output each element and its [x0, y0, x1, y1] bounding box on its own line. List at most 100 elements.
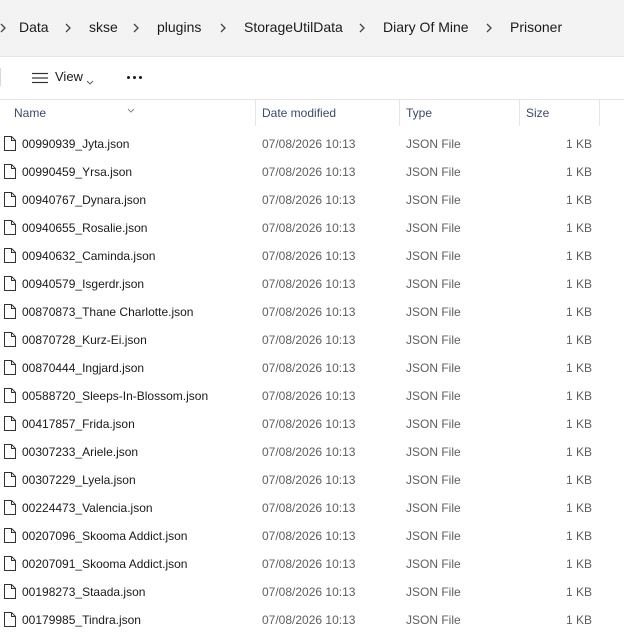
- chevron-right-icon[interactable]: [355, 21, 369, 35]
- column-headers: Name Date modified Type Size: [0, 100, 624, 126]
- file-icon: [4, 584, 16, 604]
- breadcrumb-skse[interactable]: skse: [89, 19, 118, 35]
- file-name: 00417857_Frida.json: [22, 417, 135, 431]
- file-type: JSON File: [406, 221, 461, 235]
- file-name: 00207096_Skooma Addict.json: [22, 529, 188, 543]
- file-name: 00870873_Thane Charlotte.json: [22, 305, 194, 319]
- file-name: 00940655_Rosalie.json: [22, 221, 148, 235]
- table-row[interactable]: 00207091_Skooma Addict.json 07/08/2026 1…: [0, 550, 624, 578]
- file-icon: [4, 556, 16, 576]
- file-size: 1 KB: [565, 557, 592, 571]
- file-type: JSON File: [406, 333, 461, 347]
- table-row[interactable]: 00588720_Sleeps-In-Blossom.json 07/08/20…: [0, 382, 624, 410]
- chevron-right-icon: [0, 21, 10, 35]
- file-type: JSON File: [406, 501, 461, 515]
- file-date-modified: 07/08/2026 10:13: [262, 221, 356, 235]
- file-icon: [4, 192, 16, 212]
- file-date-modified: 07/08/2026 10:13: [262, 445, 356, 459]
- table-row[interactable]: 00417857_Frida.json 07/08/2026 10:13 JSO…: [0, 410, 624, 438]
- table-row[interactable]: 00307233_Ariele.json 07/08/2026 10:13 JS…: [0, 438, 624, 466]
- file-size: 1 KB: [565, 473, 592, 487]
- file-type: JSON File: [406, 585, 461, 599]
- file-type: JSON File: [406, 389, 461, 403]
- file-size: 1 KB: [565, 277, 592, 291]
- file-name: 00207091_Skooma Addict.json: [22, 557, 188, 571]
- file-icon: [4, 248, 16, 268]
- column-divider[interactable]: [599, 100, 600, 126]
- breadcrumb-plugins[interactable]: plugins: [157, 19, 201, 35]
- column-header-date-modified[interactable]: Date modified: [262, 106, 336, 120]
- file-size: 1 KB: [565, 333, 592, 347]
- more-horizontal-icon: [139, 76, 142, 79]
- file-icon: [4, 220, 16, 240]
- chevron-right-icon[interactable]: [216, 21, 230, 35]
- breadcrumb-storageutildata[interactable]: StorageUtilData: [244, 19, 343, 35]
- file-type: JSON File: [406, 165, 461, 179]
- chevron-right-icon[interactable]: [61, 21, 75, 35]
- file-icon: [4, 136, 16, 156]
- column-divider[interactable]: [399, 100, 400, 126]
- breadcrumb-data[interactable]: Data: [19, 19, 49, 35]
- address-bar[interactable]: Data skse plugins StorageUtilData Diary …: [0, 0, 624, 57]
- file-name: 00224473_Valencia.json: [22, 501, 153, 515]
- table-row[interactable]: 00224473_Valencia.json 07/08/2026 10:13 …: [0, 494, 624, 522]
- file-size: 1 KB: [565, 361, 592, 375]
- table-row[interactable]: 00990939_Jyta.json 07/08/2026 10:13 JSON…: [0, 130, 624, 158]
- breadcrumb-diary-of-mine[interactable]: Diary Of Mine: [383, 19, 469, 35]
- column-divider[interactable]: [255, 100, 256, 126]
- file-icon: [4, 360, 16, 380]
- column-divider[interactable]: [519, 100, 520, 126]
- column-header-size[interactable]: Size: [526, 106, 549, 120]
- file-name: 00940632_Caminda.json: [22, 249, 156, 263]
- file-date-modified: 07/08/2026 10:13: [262, 249, 356, 263]
- file-date-modified: 07/08/2026 10:13: [262, 501, 356, 515]
- file-icon: [4, 164, 16, 184]
- file-size: 1 KB: [565, 137, 592, 151]
- breadcrumb-prisoner[interactable]: Prisoner: [510, 19, 562, 35]
- table-row[interactable]: 00940655_Rosalie.json 07/08/2026 10:13 J…: [0, 214, 624, 242]
- table-row[interactable]: 00940632_Caminda.json 07/08/2026 10:13 J…: [0, 242, 624, 270]
- file-name: 00940579_Isgerdr.json: [22, 277, 145, 291]
- more-horizontal-icon: [127, 76, 130, 79]
- table-row[interactable]: 00207096_Skooma Addict.json 07/08/2026 1…: [0, 522, 624, 550]
- view-list-icon: [32, 71, 48, 89]
- chevron-right-icon[interactable]: [482, 21, 496, 35]
- table-row[interactable]: 00940579_Isgerdr.json 07/08/2026 10:13 J…: [0, 270, 624, 298]
- file-date-modified: 07/08/2026 10:13: [262, 277, 356, 291]
- file-name: 00990459_Yrsa.json: [22, 165, 133, 179]
- column-header-type[interactable]: Type: [406, 106, 432, 120]
- chevron-right-icon[interactable]: [129, 21, 143, 35]
- table-row[interactable]: 00940767_Dynara.json 07/08/2026 10:13 JS…: [0, 186, 624, 214]
- file-type: JSON File: [406, 613, 461, 627]
- file-name: 00588720_Sleeps-In-Blossom.json: [22, 389, 209, 403]
- file-icon: [4, 304, 16, 324]
- table-row[interactable]: 00870444_Ingjard.json 07/08/2026 10:13 J…: [0, 354, 624, 382]
- file-type: JSON File: [406, 193, 461, 207]
- file-name: 00307233_Ariele.json: [22, 445, 139, 459]
- table-row[interactable]: 00990459_Yrsa.json 07/08/2026 10:13 JSON…: [0, 158, 624, 186]
- view-button[interactable]: View: [24, 63, 100, 91]
- file-size: 1 KB: [565, 193, 592, 207]
- table-row[interactable]: 00307229_Lyela.json 07/08/2026 10:13 JSO…: [0, 466, 624, 494]
- file-date-modified: 07/08/2026 10:13: [262, 585, 356, 599]
- column-header-name[interactable]: Name: [14, 106, 46, 120]
- file-type: JSON File: [406, 557, 461, 571]
- file-size: 1 KB: [565, 305, 592, 319]
- more-horizontal-icon: [133, 76, 136, 79]
- table-row[interactable]: 00870873_Thane Charlotte.json 07/08/2026…: [0, 298, 624, 326]
- file-date-modified: 07/08/2026 10:13: [262, 361, 356, 375]
- file-type: JSON File: [406, 277, 461, 291]
- file-date-modified: 07/08/2026 10:13: [262, 529, 356, 543]
- file-type: JSON File: [406, 361, 461, 375]
- table-row[interactable]: 00870728_Kurz-Ei.json 07/08/2026 10:13 J…: [0, 326, 624, 354]
- table-row[interactable]: 00179985_Tindra.json 07/08/2026 10:13 JS…: [0, 606, 624, 634]
- file-icon: [4, 388, 16, 408]
- chevron-down-icon: [86, 73, 94, 91]
- file-icon: [4, 332, 16, 352]
- more-options-button[interactable]: [118, 63, 152, 91]
- file-size: 1 KB: [565, 417, 592, 431]
- file-icon: [4, 416, 16, 436]
- file-size: 1 KB: [565, 585, 592, 599]
- file-date-modified: 07/08/2026 10:13: [262, 613, 356, 627]
- table-row[interactable]: 00198273_Staada.json 07/08/2026 10:13 JS…: [0, 578, 624, 606]
